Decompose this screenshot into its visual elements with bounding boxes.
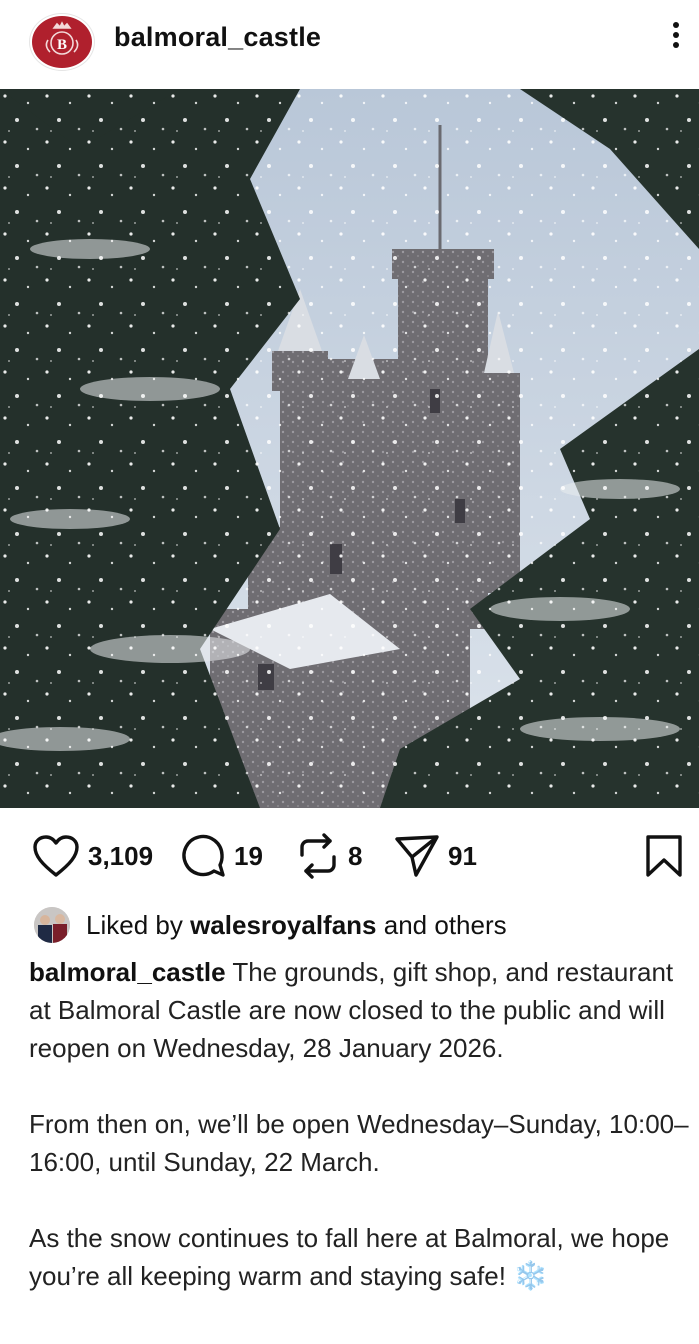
liked-by-suffix[interactable]: and others xyxy=(384,910,507,940)
comment-button[interactable]: 19 xyxy=(180,826,263,886)
liker-avatar[interactable] xyxy=(34,907,70,943)
save-button[interactable] xyxy=(644,826,684,886)
post-actions: 3,109 19 8 91 xyxy=(0,826,699,886)
liked-by-user[interactable]: walesroyalfans xyxy=(190,910,376,940)
post-header: B balmoral_castle xyxy=(0,0,699,88)
liked-by-prefix: Liked by xyxy=(86,909,183,940)
share-button[interactable]: 91 xyxy=(394,826,477,886)
comment-count: 19 xyxy=(234,840,263,871)
post-username[interactable]: balmoral_castle xyxy=(114,22,321,53)
caption-paragraph: balmoral_castle The grounds, gift shop, … xyxy=(29,953,689,1067)
snowflake-emoji-icon: ❄️ xyxy=(513,1260,549,1291)
bookmark-icon xyxy=(646,835,682,877)
share-count: 91 xyxy=(448,840,477,871)
post-caption: balmoral_castle The grounds, gift shop, … xyxy=(29,953,689,1295)
paper-plane-icon xyxy=(395,835,439,877)
post-image[interactable] xyxy=(0,89,699,808)
repost-count: 8 xyxy=(348,840,363,871)
liked-by-row: Liked by walesroyalfans and others xyxy=(34,905,507,945)
crowned-b-crest-icon: B xyxy=(45,21,79,55)
svg-text:B: B xyxy=(57,37,67,53)
comment-bubble-icon xyxy=(182,834,225,877)
caption-text-3: As the snow continues to fall here at Ba… xyxy=(29,1223,670,1291)
repost-button[interactable]: 8 xyxy=(296,826,362,886)
more-vertical-icon[interactable] xyxy=(664,18,688,58)
caption-paragraph-3: As the snow continues to fall here at Ba… xyxy=(29,1219,689,1295)
caption-text-2: From then on, we’ll be open Wednesday–Su… xyxy=(29,1109,689,1177)
profile-avatar[interactable]: B xyxy=(30,14,94,70)
like-count: 3,109 xyxy=(88,840,154,871)
liked-by-text: Liked by walesroyalfans and others xyxy=(86,910,507,941)
heart-icon xyxy=(33,835,79,877)
caption-username[interactable]: balmoral_castle xyxy=(29,957,226,987)
like-button[interactable]: 3,109 xyxy=(32,826,153,886)
repost-icon xyxy=(300,833,336,879)
